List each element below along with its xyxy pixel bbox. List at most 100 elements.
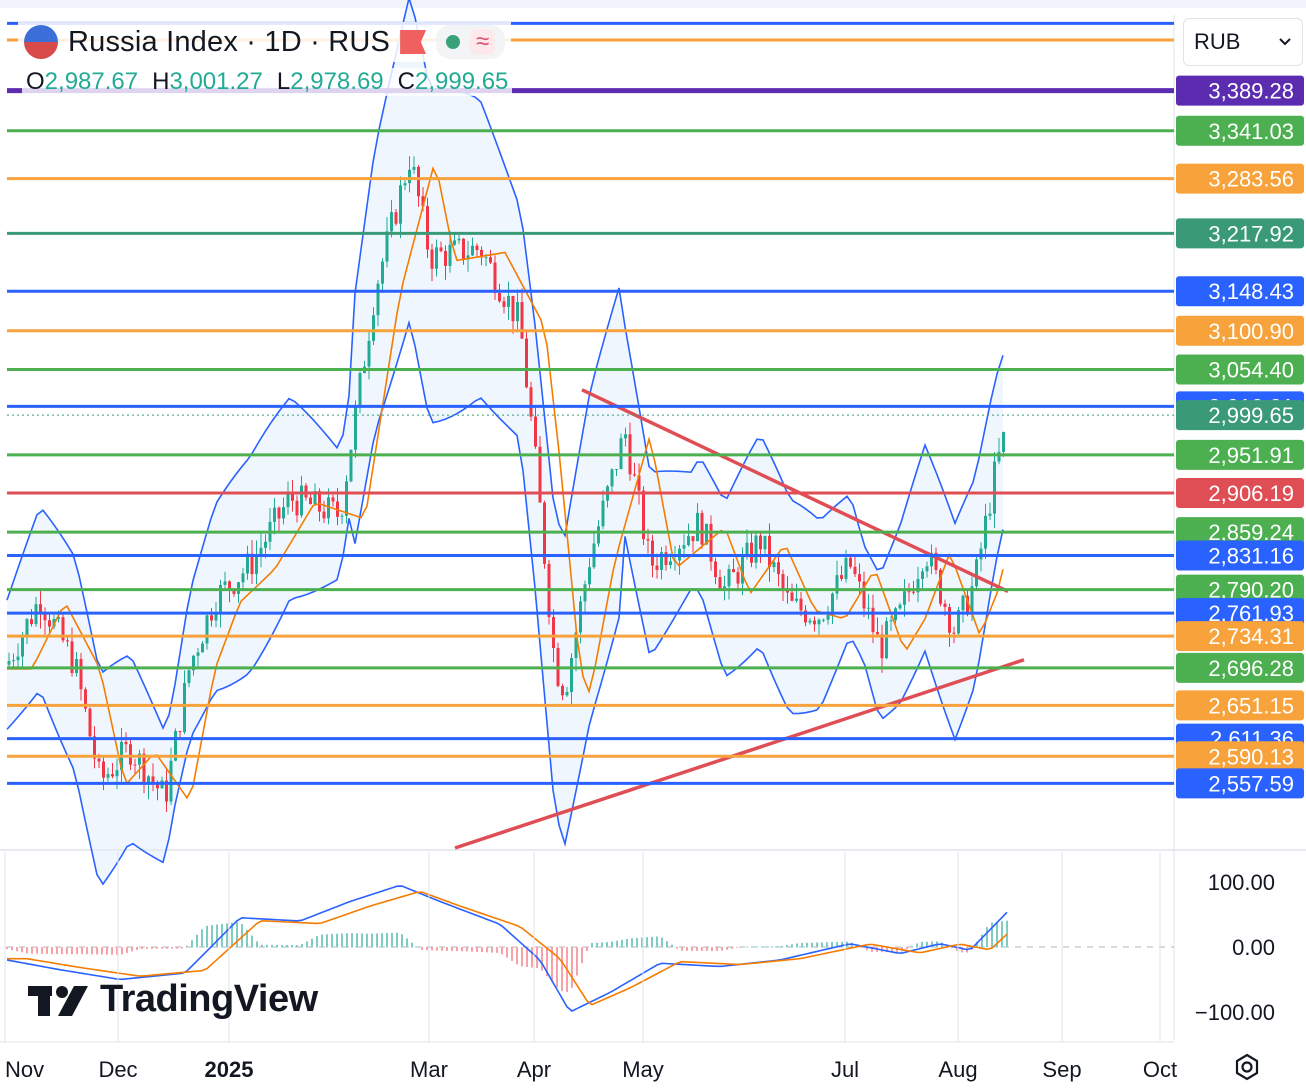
price-level-label-19: 2,590.13 [1208, 744, 1294, 769]
histogram-bar [716, 947, 718, 951]
histogram-bar [286, 944, 288, 948]
histogram-bar [811, 942, 813, 948]
histogram-bar [436, 947, 438, 951]
histogram-bar [531, 947, 533, 968]
candle-body [453, 240, 456, 245]
candle-body [187, 670, 191, 684]
candle-body [142, 753, 146, 785]
candle-body [975, 559, 978, 587]
histogram-bar [381, 933, 383, 948]
histogram-bar [481, 947, 483, 953]
candle-body [988, 513, 992, 516]
histogram-bar [401, 934, 403, 948]
tradingview-logo[interactable]: TradingView [28, 978, 318, 1021]
histogram-bar [226, 923, 228, 948]
flag-marker-icon[interactable] [400, 30, 427, 54]
histogram-bar [146, 947, 148, 949]
histogram-bar [576, 947, 578, 976]
candle-body [345, 481, 348, 516]
histogram-bar [111, 947, 113, 955]
histogram-bar [616, 940, 618, 948]
candle-body [43, 614, 47, 621]
candle-body [417, 166, 420, 197]
candle-body [669, 561, 672, 566]
candle-body [295, 500, 299, 516]
candle-body [210, 615, 213, 621]
candle-body [426, 206, 429, 250]
histogram-bar [906, 947, 908, 949]
candle-body [498, 293, 501, 302]
histogram-bar [731, 947, 733, 949]
price-level-label-9: 2,951.91 [1208, 443, 1294, 468]
price-level-label-8: 2,999.65 [1208, 403, 1294, 428]
histogram-bar [461, 947, 463, 952]
price-chart[interactable]: 3,389.28 3,341.03 3,283.56 3,217.92 3,148.43… [0, 0, 1306, 1087]
candle-body [381, 261, 384, 284]
candle-body [48, 620, 51, 627]
histogram-bar [671, 944, 673, 948]
status-pill[interactable]: ≈ [436, 25, 506, 59]
candle-body [529, 387, 533, 417]
candle-body [579, 601, 582, 633]
candle-body [588, 567, 591, 585]
candle-body [75, 658, 78, 674]
x-tick-label-9: Oct [1143, 1057, 1177, 1082]
histogram-bar [21, 947, 23, 953]
histogram-bar [921, 941, 923, 948]
histogram-bar [696, 947, 698, 951]
symbol-title[interactable]: Russia Index · 1D · RUS [68, 26, 390, 59]
histogram-bar [281, 944, 283, 948]
candle-body [462, 238, 465, 260]
wave-icon: ≈ [470, 29, 496, 55]
candle-body [367, 340, 371, 367]
histogram-bar [591, 942, 593, 948]
candle-body [561, 685, 564, 696]
histogram-bar [1001, 921, 1003, 948]
histogram-bar [581, 947, 583, 964]
histogram-bar [91, 947, 93, 955]
candle-body [259, 547, 263, 554]
x-tick-label-2: 2025 [205, 1057, 254, 1082]
ohlc-open: O2,987.67 [26, 68, 139, 95]
candle-body [493, 262, 497, 294]
histogram-bar [556, 947, 558, 988]
histogram-bar [681, 947, 683, 951]
candle-body [457, 238, 461, 241]
price-level-label-2: 3,283.56 [1208, 167, 1294, 192]
price-level-label-20: 2,557.59 [1208, 771, 1294, 796]
histogram-bar [511, 947, 513, 961]
candle-body [768, 535, 771, 568]
candle-body [111, 774, 114, 777]
candle-body [282, 507, 285, 519]
candle-body [448, 244, 452, 266]
histogram-bar [36, 947, 38, 954]
histogram-bar [196, 934, 198, 948]
histogram-bar [741, 946, 743, 948]
tradingview-logo-icon [28, 985, 88, 1016]
histogram-bar [271, 944, 273, 948]
candle-body [511, 295, 515, 322]
histogram-bar [131, 947, 133, 952]
candle-body [889, 620, 893, 622]
candle-body [255, 553, 258, 575]
currency-select[interactable]: RUB [1183, 18, 1303, 66]
candle-body [79, 658, 83, 690]
candle-body [430, 249, 434, 269]
histogram-bar [606, 942, 608, 948]
histogram-bar [521, 947, 523, 967]
histogram-bar [126, 947, 128, 953]
candle-body [696, 512, 699, 542]
histogram-bar [101, 947, 103, 955]
candle-body [169, 760, 173, 802]
candle-body [399, 185, 402, 224]
candle-body [178, 731, 182, 733]
candle-body [646, 539, 650, 541]
histogram-bar [321, 934, 323, 948]
histogram-bar [656, 936, 658, 948]
candle-body [565, 691, 569, 696]
gear-icon[interactable] [1232, 1052, 1262, 1082]
chart-header: Russia Index · 1D · RUS ≈ [18, 22, 512, 62]
histogram-bar [706, 947, 708, 951]
candle-body [286, 493, 290, 508]
histogram-bar [156, 947, 158, 949]
